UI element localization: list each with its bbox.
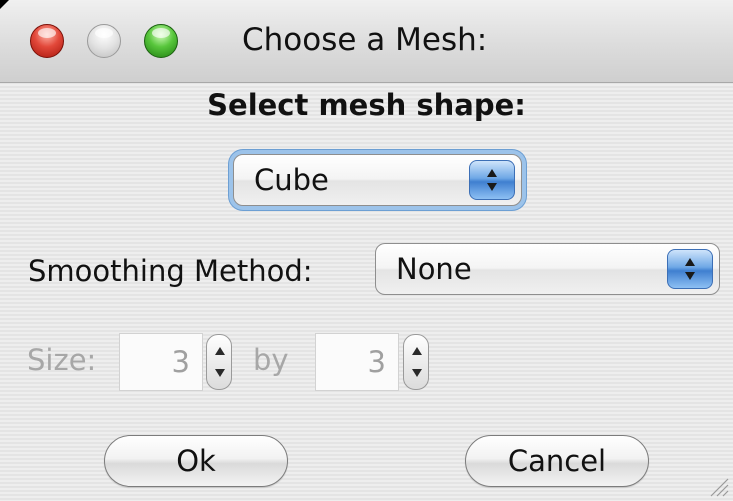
size-width-stepper[interactable] (206, 334, 232, 390)
window-title: Choose a Mesh: (242, 22, 488, 58)
resize-grip-icon[interactable] (707, 475, 729, 497)
minimize-icon[interactable] (87, 24, 121, 58)
cancel-button[interactable]: Cancel (465, 435, 649, 487)
size-label: Size: (27, 343, 97, 377)
close-icon[interactable] (30, 24, 64, 58)
chevron-up-down-icon (667, 249, 713, 289)
mesh-shape-heading: Select mesh shape: (207, 88, 526, 122)
size-by-label: by (253, 343, 289, 377)
size-height-field[interactable]: 3 (315, 333, 399, 391)
size-height-stepper[interactable] (403, 334, 429, 390)
ok-button[interactable]: Ok (104, 435, 288, 487)
smoothing-method-label: Smoothing Method: (28, 254, 313, 288)
title-bar[interactable]: Choose a Mesh: (0, 0, 733, 83)
smoothing-method-value: None (396, 252, 472, 286)
size-width-field[interactable]: 3 (119, 333, 203, 391)
zoom-icon[interactable] (144, 24, 178, 58)
mesh-shape-select[interactable]: Cube (233, 154, 522, 206)
choose-mesh-dialog: Choose a Mesh: Select mesh shape: Cube S… (0, 0, 733, 501)
mesh-shape-value: Cube (254, 163, 329, 197)
smoothing-method-select[interactable]: None (375, 243, 720, 295)
chevron-up-down-icon (469, 160, 515, 200)
window-corner (0, 0, 9, 9)
